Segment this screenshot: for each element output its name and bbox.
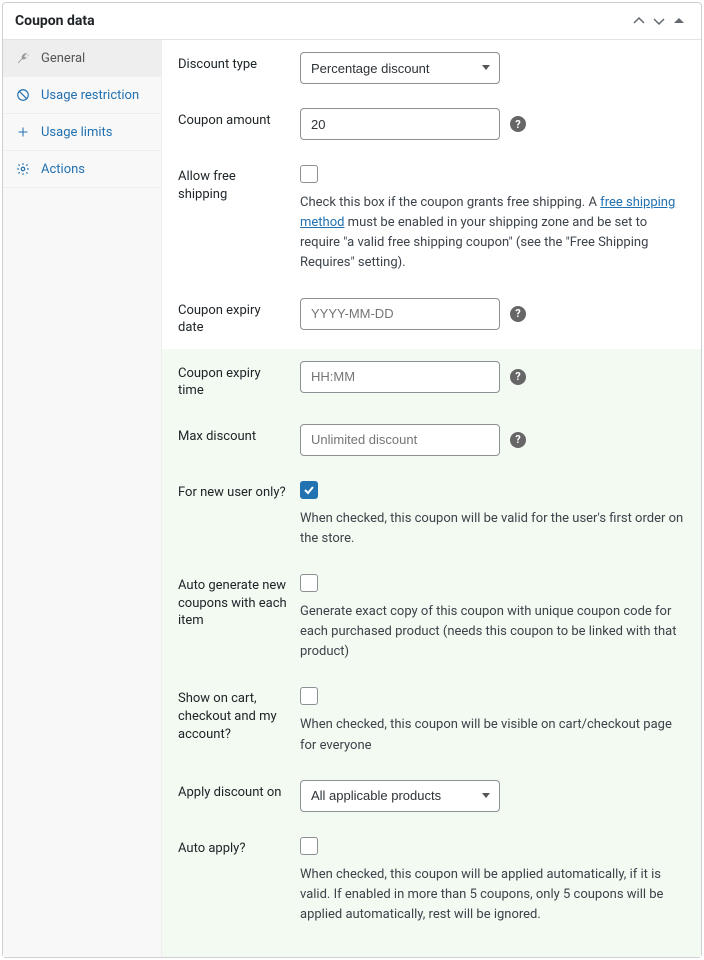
label-expiry-time: Coupon expiry time [178, 361, 288, 400]
row-coupon-amount: Coupon amount ? [162, 96, 701, 152]
row-new-user: For new user only? When checked, this co… [162, 468, 701, 561]
coupon-data-panel: Coupon data General Usage restriction Us… [2, 2, 702, 958]
panel-header: Coupon data [3, 3, 701, 40]
free-shipping-desc: Check this box if the coupon grants free… [300, 193, 685, 274]
label-max-discount: Max discount [178, 424, 288, 446]
tab-usage-limits[interactable]: Usage limits [3, 114, 161, 151]
label-apply-on: Apply discount on [178, 780, 288, 802]
label-new-user: For new user only? [178, 480, 288, 502]
tab-usage-restriction[interactable]: Usage restriction [3, 77, 161, 114]
tab-general[interactable]: General [3, 40, 161, 77]
row-max-discount: Max discount ? [162, 412, 701, 468]
help-icon[interactable]: ? [510, 432, 526, 448]
label-free-shipping: Allow free shipping [178, 164, 288, 203]
apply-on-select[interactable]: All applicable products [300, 780, 500, 812]
panel-title: Coupon data [15, 13, 629, 29]
plus-icon [15, 124, 31, 140]
tab-label: General [41, 51, 85, 66]
tab-content: Discount type Percentage discount Coupon… [162, 40, 701, 957]
row-auto-generate: Auto generate new coupons with each item… [162, 561, 701, 674]
row-apply-on: Apply discount on All applicable product… [162, 768, 701, 824]
label-auto-generate: Auto generate new coupons with each item [178, 573, 288, 630]
label-coupon-amount: Coupon amount [178, 108, 288, 130]
auto-apply-checkbox[interactable] [300, 837, 318, 855]
label-auto-apply: Auto apply? [178, 836, 288, 858]
label-show-on-cart: Show on cart, checkout and my account? [178, 686, 288, 743]
gear-icon [15, 161, 31, 177]
auto-apply-desc: When checked, this coupon will be applie… [300, 865, 685, 925]
row-expiry-date: Coupon expiry date ? [162, 286, 701, 349]
row-discount-type: Discount type Percentage discount [162, 40, 701, 96]
auto-generate-desc: Generate exact copy of this coupon with … [300, 602, 685, 662]
row-show-on-cart: Show on cart, checkout and my account? W… [162, 674, 701, 767]
wrench-icon [15, 50, 31, 66]
new-user-desc: When checked, this coupon will be valid … [300, 509, 685, 549]
row-auto-apply: Auto apply? When checked, this coupon wi… [162, 824, 701, 957]
row-expiry-time: Coupon expiry time ? [162, 349, 701, 412]
label-expiry-date: Coupon expiry date [178, 298, 288, 337]
show-on-cart-checkbox[interactable] [300, 687, 318, 705]
expiry-time-input[interactable] [300, 361, 500, 393]
collapse-icon[interactable] [669, 11, 689, 31]
move-up-icon[interactable] [629, 11, 649, 31]
panel-body: General Usage restriction Usage limits A… [3, 40, 701, 957]
move-down-icon[interactable] [649, 11, 669, 31]
coupon-amount-input[interactable] [300, 108, 500, 140]
show-on-cart-desc: When checked, this coupon will be visibl… [300, 715, 685, 755]
expiry-date-input[interactable] [300, 298, 500, 330]
help-icon[interactable]: ? [510, 369, 526, 385]
tab-actions[interactable]: Actions [3, 151, 161, 188]
max-discount-input[interactable] [300, 424, 500, 456]
tab-label: Usage limits [41, 125, 112, 140]
new-user-checkbox[interactable] [300, 481, 318, 499]
free-shipping-checkbox[interactable] [300, 165, 318, 183]
label-discount-type: Discount type [178, 52, 288, 74]
tab-label: Usage restriction [41, 88, 139, 103]
auto-generate-checkbox[interactable] [300, 574, 318, 592]
row-free-shipping: Allow free shipping Check this box if th… [162, 152, 701, 286]
discount-type-select[interactable]: Percentage discount [300, 52, 500, 84]
tab-label: Actions [41, 162, 85, 177]
tabs-sidebar: General Usage restriction Usage limits A… [3, 40, 162, 957]
help-icon[interactable]: ? [510, 306, 526, 322]
help-icon[interactable]: ? [510, 116, 526, 132]
ban-icon [15, 87, 31, 103]
